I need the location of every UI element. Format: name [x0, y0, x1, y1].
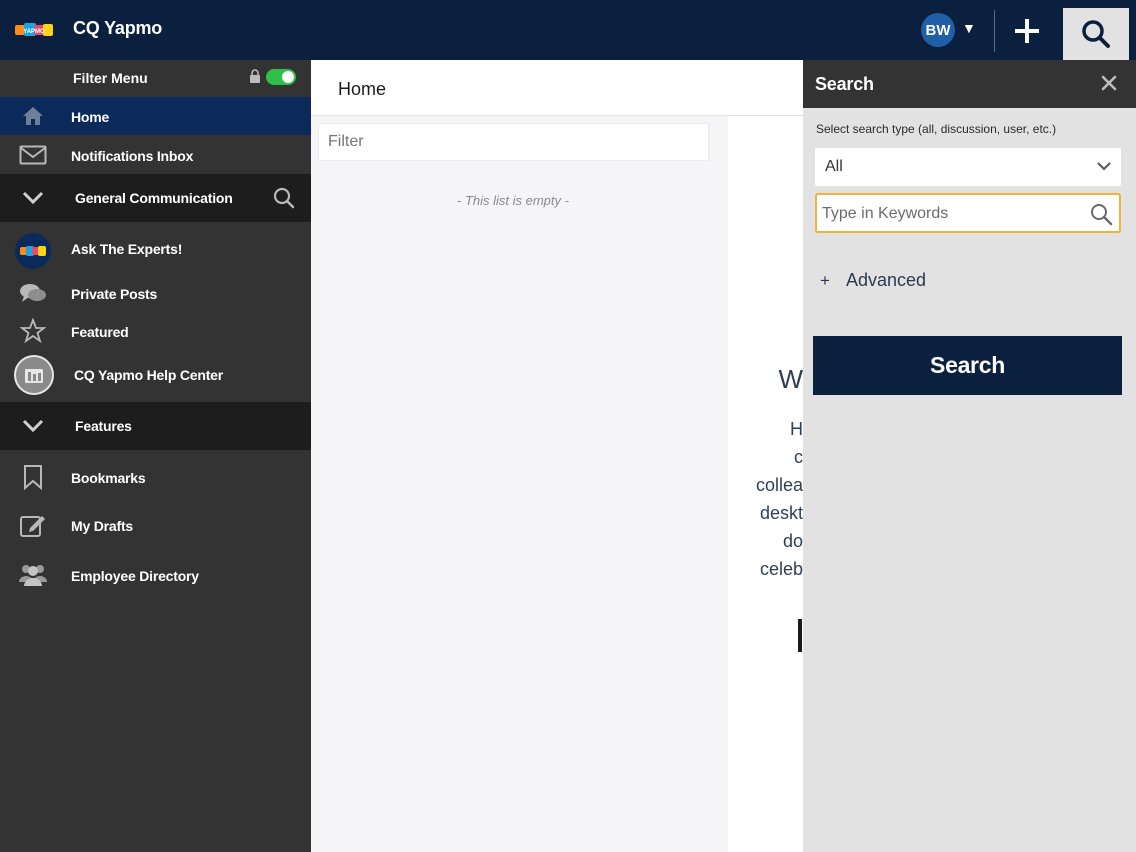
page-title: Home — [338, 79, 387, 99]
content-text-fragment: collea — [755, 475, 803, 495]
sidebar-item-my-drafts[interactable]: My Drafts — [0, 506, 311, 544]
chevron-down-icon — [1097, 162, 1111, 171]
search-icon[interactable] — [1089, 202, 1113, 226]
content-text-fragment: celeb — [759, 559, 803, 579]
create-button[interactable] — [1003, 8, 1051, 54]
section-label: Features — [75, 418, 132, 434]
sidebar-item-featured[interactable]: Featured — [0, 312, 311, 350]
yapmo-logo-icon[interactable]: YAPMO — [14, 18, 54, 42]
sidebar-item-home[interactable]: Home — [0, 97, 311, 135]
search-icon[interactable] — [273, 187, 295, 209]
content-text-fragment: H — [790, 419, 803, 439]
sidebar-item-label: Notifications Inbox — [71, 148, 194, 164]
user-avatar[interactable]: BW — [921, 13, 955, 47]
keywords-input[interactable] — [822, 203, 1082, 225]
sidebar-item-help-center[interactable]: CQ Yapmo Help Center — [0, 352, 311, 398]
app-title: CQ Yapmo — [73, 18, 163, 38]
sidebar-item-label: Home — [71, 109, 110, 125]
search-type-value: All — [825, 158, 843, 175]
top-bar: YAPMO CQ Yapmo BW ▼ — [0, 0, 1136, 60]
sidebar-item-notifications[interactable]: Notifications Inbox — [0, 136, 311, 174]
sidebar: Filter Menu Home Notifications Inbox Gen… — [0, 60, 311, 852]
plus-icon: + — [820, 270, 830, 290]
empty-list-message: - This list is empty - — [457, 193, 569, 208]
section-general-communication[interactable]: General Communication — [0, 174, 311, 222]
filter-menu-toggle[interactable] — [266, 69, 296, 85]
top-divider — [994, 10, 995, 52]
sidebar-item-label: Featured — [71, 324, 129, 340]
advanced-label: Advanced — [845, 270, 926, 290]
filter-input[interactable] — [318, 123, 709, 161]
sidebar-item-label: Private Posts — [71, 286, 158, 302]
keywords-field[interactable] — [815, 193, 1121, 233]
search-type-select[interactable]: All — [815, 148, 1121, 186]
edit-icon — [18, 510, 48, 540]
close-icon[interactable] — [1099, 73, 1119, 93]
chat-bubbles-icon — [18, 278, 48, 308]
advanced-toggle[interactable]: + Advanced — [820, 270, 926, 291]
main-area: Home - This list is empty - W H c collea… — [311, 60, 803, 852]
search-icon — [1082, 20, 1110, 48]
home-icon — [18, 101, 48, 131]
avatar-caret-icon[interactable]: ▼ — [962, 20, 976, 36]
search-panel-title: Search — [815, 74, 874, 94]
bookmark-icon — [18, 462, 48, 492]
search-button[interactable]: Search — [813, 336, 1122, 395]
star-icon — [18, 316, 48, 346]
chevron-down-icon — [22, 419, 44, 433]
filter-menu-label: Filter Menu — [73, 70, 148, 86]
content-text-fragment: deskt — [759, 503, 803, 523]
content-pane: W H c collea deskt do celeb — [728, 116, 803, 852]
content-text-fragment: do — [782, 531, 803, 551]
logo-text: YAPMO — [23, 29, 45, 35]
content-cursor-bar — [798, 619, 802, 652]
search-panel-header: Search — [803, 60, 1136, 108]
people-icon — [18, 560, 48, 590]
section-features[interactable]: Features — [0, 402, 311, 450]
help-center-icon — [13, 354, 55, 396]
sidebar-item-label: Bookmarks — [71, 470, 146, 486]
content-text-fragment: c — [794, 447, 803, 467]
sidebar-item-label: CQ Yapmo Help Center — [74, 367, 224, 383]
sidebar-item-ask-experts[interactable]: Ask The Experts! — [0, 226, 311, 270]
sidebar-item-private-posts[interactable]: Private Posts — [0, 274, 311, 312]
search-type-label: Select search type (all, discussion, use… — [816, 122, 1057, 136]
sidebar-item-bookmarks[interactable]: Bookmarks — [0, 458, 311, 496]
search-toggle-button[interactable] — [1063, 8, 1129, 60]
yapmo-logo-icon — [15, 233, 51, 269]
sidebar-item-employee-directory[interactable]: Employee Directory — [0, 556, 311, 594]
sidebar-item-label: Ask The Experts! — [71, 241, 183, 257]
lock-icon — [250, 69, 260, 83]
search-panel: Search Select search type (all, discussi… — [803, 60, 1136, 852]
sidebar-item-label: Employee Directory — [71, 568, 199, 584]
section-label: General Communication — [75, 190, 233, 206]
plus-icon — [1015, 19, 1039, 43]
main-header: Home — [311, 60, 803, 116]
chevron-down-icon — [22, 191, 44, 205]
filter-menu-row: Filter Menu — [0, 60, 311, 95]
content-text-fragment: W — [778, 364, 803, 394]
envelope-icon — [18, 140, 48, 170]
sidebar-item-label: My Drafts — [71, 518, 133, 534]
